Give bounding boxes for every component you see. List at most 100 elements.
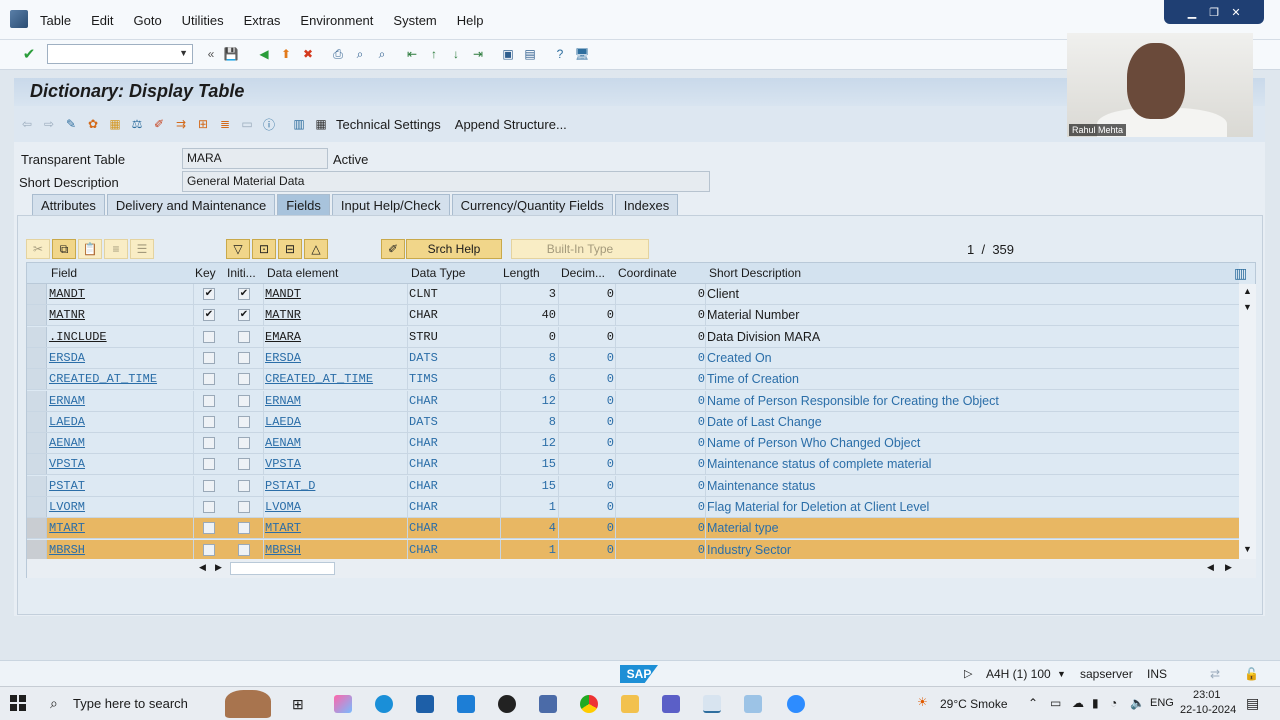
task-view-icon[interactable]: ⊞ <box>292 696 304 713</box>
tab-delivery-maintenance[interactable]: Delivery and Maintenance <box>106 194 276 216</box>
row-selector[interactable] <box>27 454 47 475</box>
coordinate-cell[interactable]: 0 <box>617 308 705 322</box>
field-name-cell[interactable]: VPSTA <box>49 457 85 471</box>
edge-icon[interactable] <box>375 695 393 713</box>
sap-window-icon[interactable] <box>10 10 28 28</box>
exit-icon[interactable]: ⬆ <box>277 45 295 63</box>
data-type-cell[interactable]: TIMS <box>409 372 438 386</box>
initial-checkbox[interactable] <box>238 415 250 428</box>
command-field[interactable]: ▼ <box>47 44 193 64</box>
initial-checkbox[interactable] <box>238 522 250 535</box>
field-name-cell[interactable]: LVORM <box>49 500 85 514</box>
length-cell[interactable]: 8 <box>502 351 556 365</box>
builtin-type-button[interactable]: Built-In Type <box>511 239 649 259</box>
data-type-cell[interactable]: CHAR <box>409 500 438 514</box>
windows-start-icon[interactable] <box>10 695 26 711</box>
field-name-cell[interactable]: CREATED_AT_TIME <box>49 372 157 386</box>
initial-checkbox[interactable] <box>238 394 250 407</box>
tab-currency-quantity-fields[interactable]: Currency/Quantity Fields <box>451 194 613 216</box>
lock-icon[interactable]: 🔓 <box>1244 667 1259 681</box>
cut-icon[interactable]: ✂ <box>26 239 50 259</box>
data-element-cell[interactable]: AENAM <box>265 436 301 450</box>
back-icon[interactable]: ◀ <box>255 45 273 63</box>
coordinate-cell[interactable]: 0 <box>617 521 705 535</box>
search-help-icon[interactable]: ✐ <box>381 239 405 259</box>
check-icon[interactable]: ⚖ <box>128 115 146 133</box>
teams-icon[interactable] <box>662 695 680 713</box>
length-cell[interactable]: 3 <box>502 287 556 301</box>
initial-checkbox[interactable] <box>238 543 250 556</box>
initial-checkbox[interactable] <box>238 437 250 450</box>
key-checkbox[interactable]: ✔ <box>203 288 215 300</box>
app-icon[interactable] <box>539 695 557 713</box>
data-element-cell[interactable]: LAEDA <box>265 415 301 429</box>
decimals-cell[interactable]: 0 <box>560 415 614 429</box>
tab-input-help-check[interactable]: Input Help/Check <box>331 194 450 216</box>
print-icon[interactable]: ⎙ <box>329 45 347 63</box>
status-expand-icon[interactable]: ▷ <box>964 667 972 680</box>
sort-icon[interactable]: △ <box>304 239 328 259</box>
sap-gui-icon[interactable] <box>744 695 762 713</box>
data-type-cell[interactable]: CHAR <box>409 457 438 471</box>
initial-checkbox[interactable] <box>238 373 250 386</box>
tray-chevron-icon[interactable]: ⌃ <box>1028 696 1038 710</box>
table-row[interactable]: PSTAT PSTAT_D CHAR 15 0 0 Maintenance status <box>27 475 1239 497</box>
contents-icon[interactable]: ▥ <box>290 115 308 133</box>
details-icon[interactable]: ⊡ <box>252 239 276 259</box>
wifi-icon[interactable]: ◔ <box>1110 696 1117 710</box>
decimals-cell[interactable]: 0 <box>560 372 614 386</box>
info-icon[interactable]: ⓘ <box>260 115 278 133</box>
data-element-cell[interactable]: PSTAT_D <box>265 479 315 493</box>
taskbar-search[interactable]: Type here to search <box>73 696 188 711</box>
coordinate-cell[interactable]: 0 <box>617 330 705 344</box>
key-checkbox[interactable] <box>203 458 215 471</box>
notifications-icon[interactable]: ▤ <box>1246 695 1259 712</box>
wombat-widget-icon[interactable] <box>225 690 271 718</box>
decimals-cell[interactable]: 0 <box>560 436 614 450</box>
horizontal-scroll-thumb[interactable] <box>230 562 335 575</box>
col-header-field[interactable]: Field <box>51 266 77 280</box>
table-row[interactable]: VPSTA VPSTA CHAR 15 0 0 Maintenance status of … <box>27 454 1239 476</box>
scroll-left-end-icon[interactable]: ◀ <box>1207 562 1214 573</box>
field-name-cell[interactable]: MTART <box>49 521 85 535</box>
minimize-icon[interactable]: ▁ <box>1184 5 1200 19</box>
append-structure-button[interactable]: Append Structure... <box>455 117 567 132</box>
decimals-cell[interactable]: 0 <box>560 330 614 344</box>
col-header-coordinate[interactable]: Coordinate <box>618 266 677 280</box>
hierarchy-icon[interactable]: ⊞ <box>194 115 212 133</box>
short-description-cell[interactable]: Time of Creation <box>707 372 799 386</box>
data-type-cell[interactable]: CHAR <box>409 543 438 557</box>
decimals-cell[interactable]: 0 <box>560 543 614 557</box>
field-name-cell[interactable]: LAEDA <box>49 415 85 429</box>
short-description-cell[interactable]: Maintenance status <box>707 479 815 493</box>
short-description-cell[interactable]: Industry Sector <box>707 543 791 557</box>
coordinate-cell[interactable]: 0 <box>617 415 705 429</box>
key-checkbox[interactable] <box>203 522 215 535</box>
data-element-cell[interactable]: LVOMA <box>265 500 301 514</box>
data-type-cell[interactable]: STRU <box>409 330 438 344</box>
length-cell[interactable]: 4 <box>502 521 556 535</box>
key-checkbox[interactable] <box>203 479 215 492</box>
key-checkbox[interactable]: ✔ <box>203 309 215 322</box>
initial-checkbox[interactable] <box>238 330 250 343</box>
enter-check-icon[interactable]: ✔ <box>20 45 38 63</box>
table-icon[interactable]: ▦ <box>312 115 330 133</box>
col-header-length[interactable]: Length <box>503 266 540 280</box>
short-description-cell[interactable]: Name of Person Who Changed Object <box>707 436 920 450</box>
table-row[interactable]: .INCLUDE EMARA STRU 0 0 0 Data Division MARA <box>27 326 1239 348</box>
mail-icon[interactable] <box>457 695 475 713</box>
object-list-icon[interactable]: ≣ <box>216 115 234 133</box>
key-checkbox[interactable] <box>203 543 215 556</box>
field-name-cell[interactable]: MATNR <box>49 308 85 322</box>
zoom-icon[interactable] <box>787 695 805 713</box>
data-element-cell[interactable]: VPSTA <box>265 457 301 471</box>
table-row[interactable]: AENAM AENAM CHAR 12 0 0 Name of Person Who Cha… <box>27 433 1239 455</box>
length-cell[interactable]: 6 <box>502 372 556 386</box>
key-checkbox[interactable] <box>203 501 215 513</box>
data-type-cell[interactable]: DATS <box>409 351 438 365</box>
length-cell[interactable]: 8 <box>502 415 556 429</box>
menu-item-table[interactable]: Table <box>40 13 71 28</box>
menu-item-goto[interactable]: Goto <box>133 13 161 28</box>
sap-logon-icon[interactable] <box>703 695 721 713</box>
menu-item-edit[interactable]: Edit <box>91 13 113 28</box>
